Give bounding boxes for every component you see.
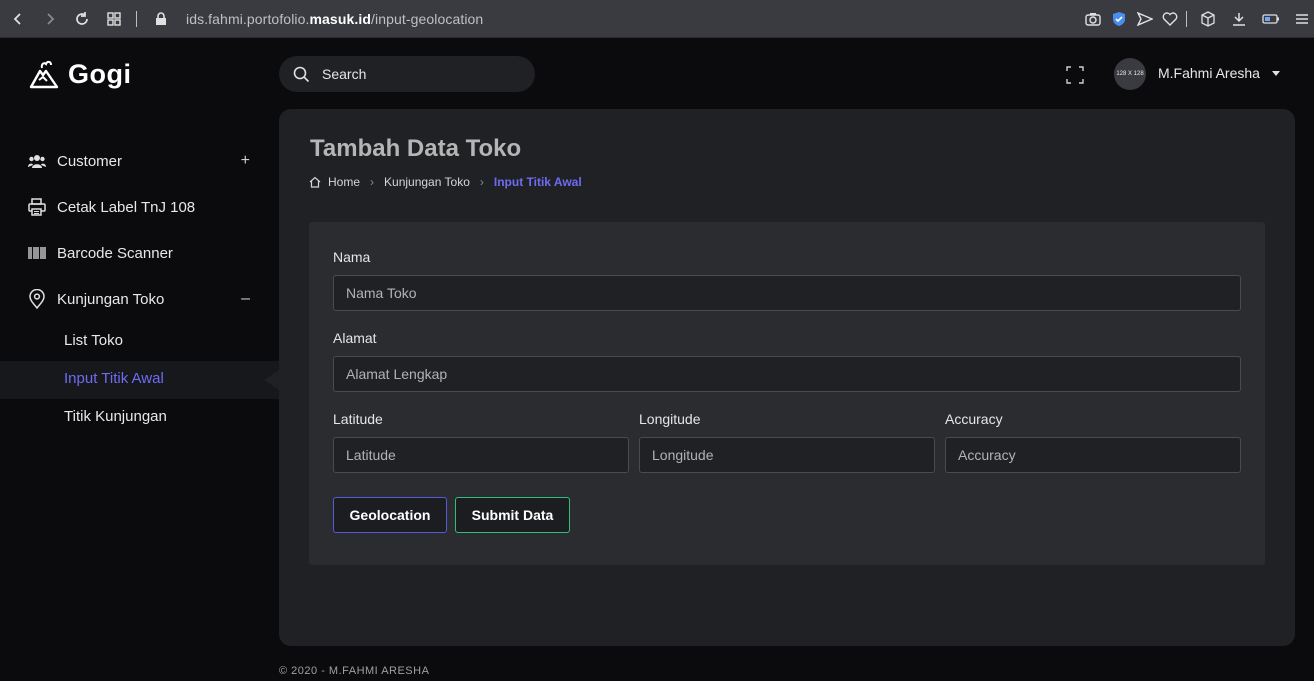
barcode-icon	[28, 244, 46, 262]
forward-icon[interactable]	[41, 10, 59, 28]
sidebar-item-customer[interactable]: Customer +	[28, 149, 252, 173]
breadcrumb-home[interactable]: Home	[328, 175, 360, 189]
sidebar-item-label: Kunjungan Toko	[57, 290, 165, 308]
toolbar-divider-2	[1186, 11, 1187, 27]
nama-input[interactable]: Nama Toko	[333, 275, 1241, 311]
breadcrumb-kunjungan-toko[interactable]: Kunjungan Toko	[384, 175, 470, 189]
sidebar-item-kunjungan-toko[interactable]: Kunjungan Toko –	[28, 287, 252, 311]
sidebar-item-label: Customer	[57, 152, 123, 170]
toolbar-divider	[136, 11, 137, 27]
heart-icon[interactable]	[1161, 10, 1179, 28]
search-bar[interactable]: Search	[279, 56, 535, 92]
printer-icon	[28, 198, 46, 216]
reload-icon[interactable]	[73, 10, 91, 28]
accuracy-input[interactable]: Accuracy	[945, 437, 1241, 473]
avatar[interactable]: 128 X 128	[1114, 58, 1146, 90]
camera-icon[interactable]	[1084, 10, 1102, 28]
home-icon[interactable]	[309, 176, 321, 188]
longitude-input[interactable]: Longitude	[639, 437, 935, 473]
box-icon[interactable]	[1199, 10, 1217, 28]
alamat-label: Alamat	[333, 330, 377, 346]
users-icon	[28, 152, 46, 170]
sidebar: Gogi Customer + Cetak Label TnJ 108 Barc…	[0, 38, 279, 681]
chevron-right-icon: ›	[370, 175, 375, 189]
sidebar-item-barcode-scanner[interactable]: Barcode Scanner	[28, 241, 252, 265]
search-label: Search	[322, 66, 367, 82]
search-icon	[293, 66, 310, 82]
latitude-input[interactable]: Latitude	[333, 437, 629, 473]
browser-toolbar: ids.fahmi.portofolio.masuk.id/input-geol…	[0, 0, 1314, 38]
submit-data-button[interactable]: Submit Data	[455, 497, 570, 533]
longitude-label: Longitude	[639, 411, 701, 427]
accuracy-label: Accuracy	[945, 411, 1003, 427]
address-bar[interactable]: ids.fahmi.portofolio.masuk.id/input-geol…	[186, 11, 483, 27]
alamat-input[interactable]: Alamat Lengkap	[333, 356, 1241, 392]
collapse-icon[interactable]: –	[241, 290, 250, 308]
expand-icon[interactable]: +	[241, 152, 250, 170]
volcano-logo-icon	[29, 60, 59, 89]
map-pin-icon	[28, 289, 46, 309]
user-menu-caret-icon[interactable]	[1272, 71, 1280, 76]
download-icon[interactable]	[1230, 10, 1248, 28]
fullscreen-icon[interactable]	[1066, 66, 1084, 84]
back-icon[interactable]	[9, 10, 27, 28]
battery-icon[interactable]	[1262, 10, 1280, 28]
brand-logo[interactable]: Gogi	[28, 58, 132, 90]
active-item-pointer	[264, 370, 279, 390]
sidebar-item-cetak-label[interactable]: Cetak Label TnJ 108	[28, 195, 252, 219]
user-name[interactable]: M.Fahmi Aresha	[1158, 65, 1260, 81]
sidebar-subitem-titik-kunjungan[interactable]: Titik Kunjungan	[64, 408, 167, 425]
shield-icon[interactable]	[1110, 10, 1128, 28]
geolocation-button[interactable]: Geolocation	[333, 497, 447, 533]
page-title: Tambah Data Toko	[310, 135, 522, 162]
breadcrumb-current: Input Titik Awal	[493, 175, 582, 189]
main-panel: Tambah Data Toko Home › Kunjungan Toko ›…	[279, 109, 1295, 646]
sidebar-item-label: Barcode Scanner	[57, 244, 173, 262]
sidebar-subitem-list-toko[interactable]: List Toko	[64, 332, 123, 349]
chevron-right-icon: ›	[479, 175, 484, 189]
sidebar-item-label: Cetak Label TnJ 108	[57, 198, 196, 216]
menu-icon[interactable]	[1293, 10, 1311, 28]
sidebar-subitem-input-titik-awal[interactable]: Input Titik Awal	[64, 370, 164, 387]
tabs-grid-icon[interactable]	[105, 10, 123, 28]
lock-icon[interactable]	[152, 10, 170, 28]
breadcrumb: Home › Kunjungan Toko › Input Titik Awal	[309, 175, 582, 189]
brand-name: Gogi	[68, 58, 132, 89]
send-icon[interactable]	[1136, 10, 1154, 28]
footer-copyright: © 2020 - M.FAHMI ARESHA	[279, 665, 430, 677]
nama-label: Nama	[333, 249, 371, 265]
form-card: Nama Nama Toko Alamat Alamat Lengkap Lat…	[309, 222, 1265, 565]
latitude-label: Latitude	[333, 411, 383, 427]
